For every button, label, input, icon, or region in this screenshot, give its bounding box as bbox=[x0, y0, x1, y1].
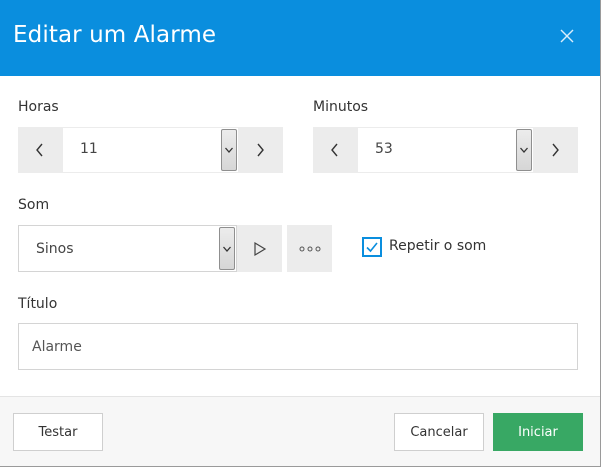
cancel-button[interactable]: Cancelar bbox=[394, 413, 484, 451]
minutes-dropdown-button[interactable] bbox=[516, 129, 532, 171]
title-input[interactable] bbox=[18, 323, 578, 370]
hours-decrement-button[interactable] bbox=[18, 127, 62, 173]
hours-select[interactable]: 11 bbox=[63, 128, 238, 172]
dialog-footer: Testar Cancelar Iniciar bbox=[0, 396, 600, 466]
hours-label: Horas bbox=[18, 99, 59, 115]
chevron-right-icon bbox=[552, 143, 559, 157]
hours-stepper: 11 bbox=[18, 127, 283, 173]
minutes-select[interactable]: 53 bbox=[358, 128, 533, 172]
sound-dropdown-button[interactable] bbox=[219, 227, 235, 270]
minutes-decrement-button[interactable] bbox=[313, 127, 357, 173]
start-button[interactable]: Iniciar bbox=[493, 413, 583, 451]
dialog-header: Editar um Alarme bbox=[0, 0, 600, 76]
checkmark-icon bbox=[366, 242, 378, 253]
repeat-sound-checkbox[interactable] bbox=[362, 237, 382, 257]
minutes-value: 53 bbox=[375, 141, 393, 157]
close-button[interactable] bbox=[557, 26, 577, 46]
chevron-left-icon bbox=[331, 143, 338, 157]
dialog-title: Editar um Alarme bbox=[13, 22, 217, 48]
title-label: Título bbox=[18, 296, 58, 312]
chevron-down-icon bbox=[223, 246, 231, 252]
chevron-down-icon bbox=[520, 147, 528, 153]
more-sounds-button[interactable] bbox=[287, 225, 332, 272]
sound-label: Som bbox=[18, 197, 50, 213]
play-sound-button[interactable] bbox=[237, 225, 282, 272]
minutes-stepper: 53 bbox=[313, 127, 578, 173]
close-icon bbox=[560, 29, 574, 43]
more-options-icon bbox=[299, 246, 320, 251]
edit-alarm-dialog: Editar um Alarme Horas 11 Minutos 53 Som… bbox=[0, 0, 601, 467]
chevron-down-icon bbox=[225, 147, 233, 153]
minutes-increment-button[interactable] bbox=[533, 127, 577, 173]
repeat-sound-label[interactable]: Repetir o som bbox=[389, 238, 486, 254]
test-button[interactable]: Testar bbox=[13, 413, 103, 451]
hours-dropdown-button[interactable] bbox=[221, 129, 237, 171]
hours-increment-button[interactable] bbox=[238, 127, 282, 173]
play-icon bbox=[253, 241, 266, 256]
sound-value: Sinos bbox=[36, 241, 74, 257]
hours-value: 11 bbox=[80, 141, 98, 157]
minutes-label: Minutos bbox=[313, 99, 369, 115]
chevron-right-icon bbox=[257, 143, 264, 157]
chevron-left-icon bbox=[36, 143, 43, 157]
sound-select[interactable]: Sinos bbox=[18, 225, 237, 272]
